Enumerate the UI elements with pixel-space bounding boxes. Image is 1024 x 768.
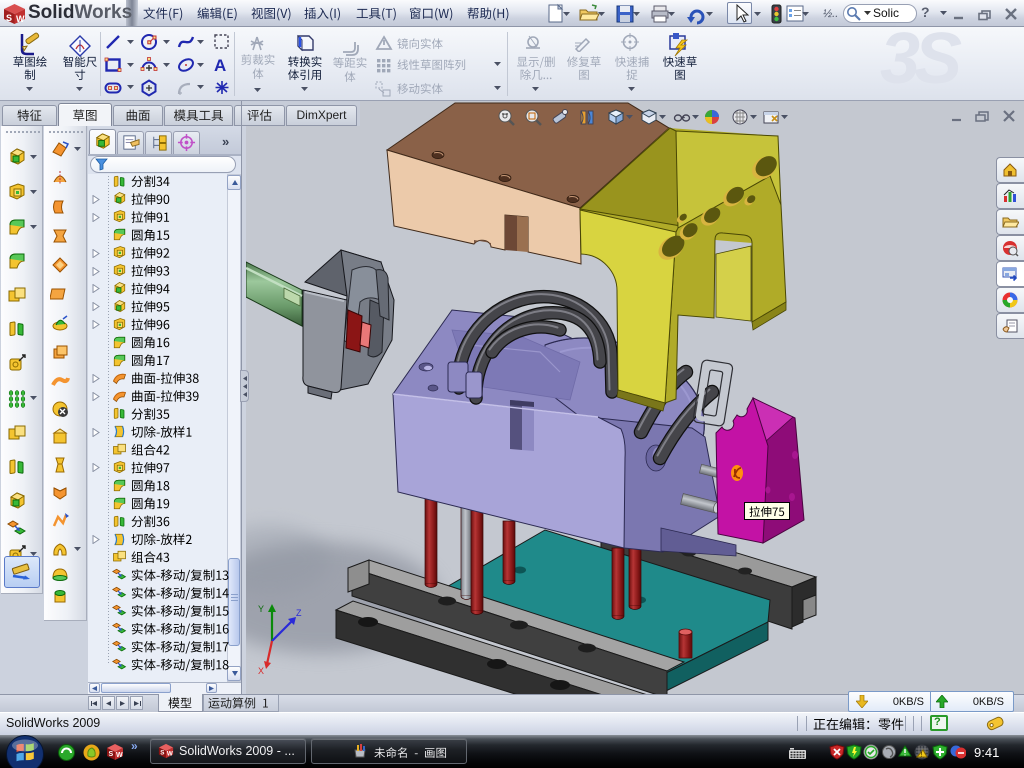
svg-text:Y: Y <box>258 604 264 614</box>
svg-text:W: W <box>16 14 25 24</box>
svg-text:X: X <box>258 666 264 676</box>
svg-text:S: S <box>6 13 12 23</box>
svg-text:W: W <box>116 752 123 759</box>
svg-text:A: A <box>214 56 226 74</box>
svg-text:W: W <box>167 750 173 757</box>
svg-text:S: S <box>160 750 164 757</box>
svg-text:Z: Z <box>296 608 302 618</box>
svg-text:S: S <box>109 751 114 758</box>
